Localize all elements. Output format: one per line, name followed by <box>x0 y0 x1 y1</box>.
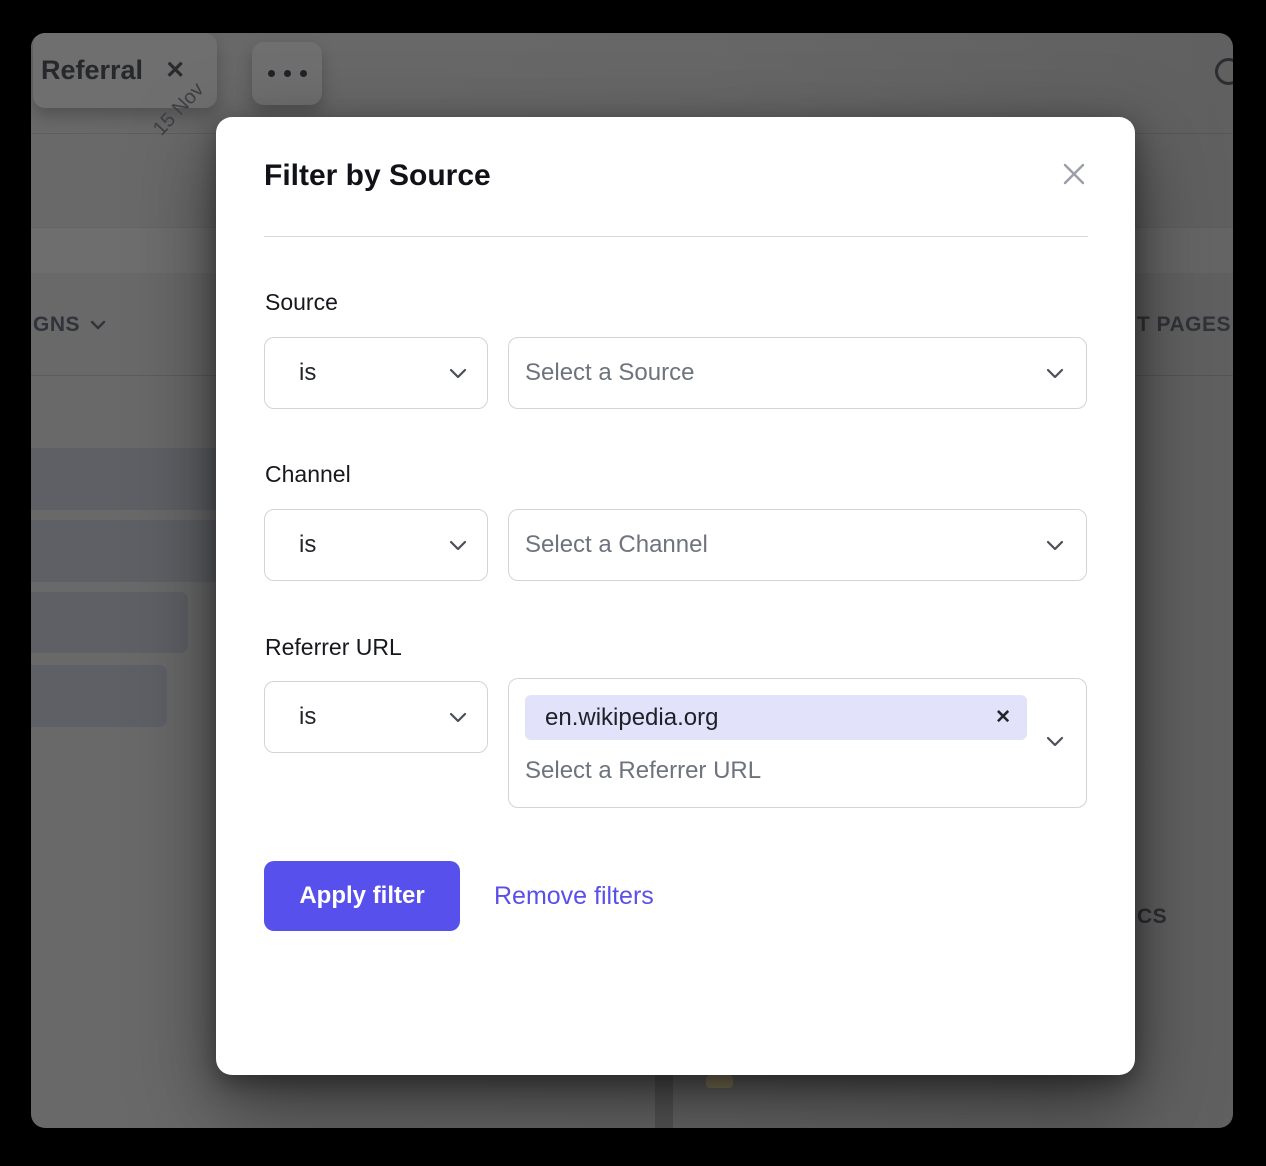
referrer-value-combobox[interactable]: en.wikipedia.org ✕ Select a Referrer URL <box>508 678 1087 808</box>
filter-modal: Filter by Source Source is Select a Sour… <box>216 117 1135 1075</box>
search-icon[interactable] <box>1215 58 1233 85</box>
chevron-down-icon <box>1046 368 1064 379</box>
chevron-down-icon <box>1046 736 1064 747</box>
remove-filters-link[interactable]: Remove filters <box>494 861 654 931</box>
tab-campaigns-truncated[interactable]: GNS <box>33 313 106 337</box>
chevron-down-icon <box>1046 540 1064 551</box>
remove-tag-icon[interactable]: ✕ <box>995 708 1011 727</box>
referrer-operator-select[interactable]: is <box>264 681 488 753</box>
source-section-label: Source <box>265 289 338 316</box>
bar-row <box>31 665 167 727</box>
divider <box>264 236 1088 237</box>
source-placeholder: Select a Source <box>525 359 1046 387</box>
screen: Referral ✕ 15 Nov GNS T PAGES CS Filter … <box>0 0 1266 1166</box>
partial-heading: CS <box>1137 905 1167 929</box>
selected-value-text: en.wikipedia.org <box>545 704 995 732</box>
chevron-down-icon <box>449 368 467 379</box>
more-filters-button[interactable] <box>252 42 322 105</box>
close-icon[interactable]: ✕ <box>165 59 185 83</box>
channel-operator-select[interactable]: is <box>264 509 488 581</box>
chevron-down-icon <box>449 712 467 723</box>
referrer-section-label: Referrer URL <box>265 634 402 661</box>
bar-row <box>31 592 188 653</box>
tab-exit-pages-truncated[interactable]: T PAGES <box>1137 313 1231 337</box>
referrer-operator-value: is <box>299 703 449 731</box>
selected-value-tag: en.wikipedia.org ✕ <box>525 695 1027 740</box>
source-value-select[interactable]: Select a Source <box>508 337 1087 409</box>
channel-section-label: Channel <box>265 461 351 488</box>
chevron-down-icon <box>90 320 106 330</box>
source-operator-value: is <box>299 359 449 387</box>
source-operator-select[interactable]: is <box>264 337 488 409</box>
modal-title: Filter by Source <box>264 159 491 193</box>
close-icon[interactable] <box>1057 157 1091 191</box>
filter-pill-label: Referral <box>41 55 143 86</box>
apply-filter-button[interactable]: Apply filter <box>264 861 460 931</box>
channel-operator-value: is <box>299 531 449 559</box>
favicon-blob <box>706 1075 733 1088</box>
referrer-placeholder: Select a Referrer URL <box>525 757 761 785</box>
more-icon <box>268 70 275 77</box>
chevron-down-icon <box>449 540 467 551</box>
channel-value-select[interactable]: Select a Channel <box>508 509 1087 581</box>
channel-placeholder: Select a Channel <box>525 531 1046 559</box>
